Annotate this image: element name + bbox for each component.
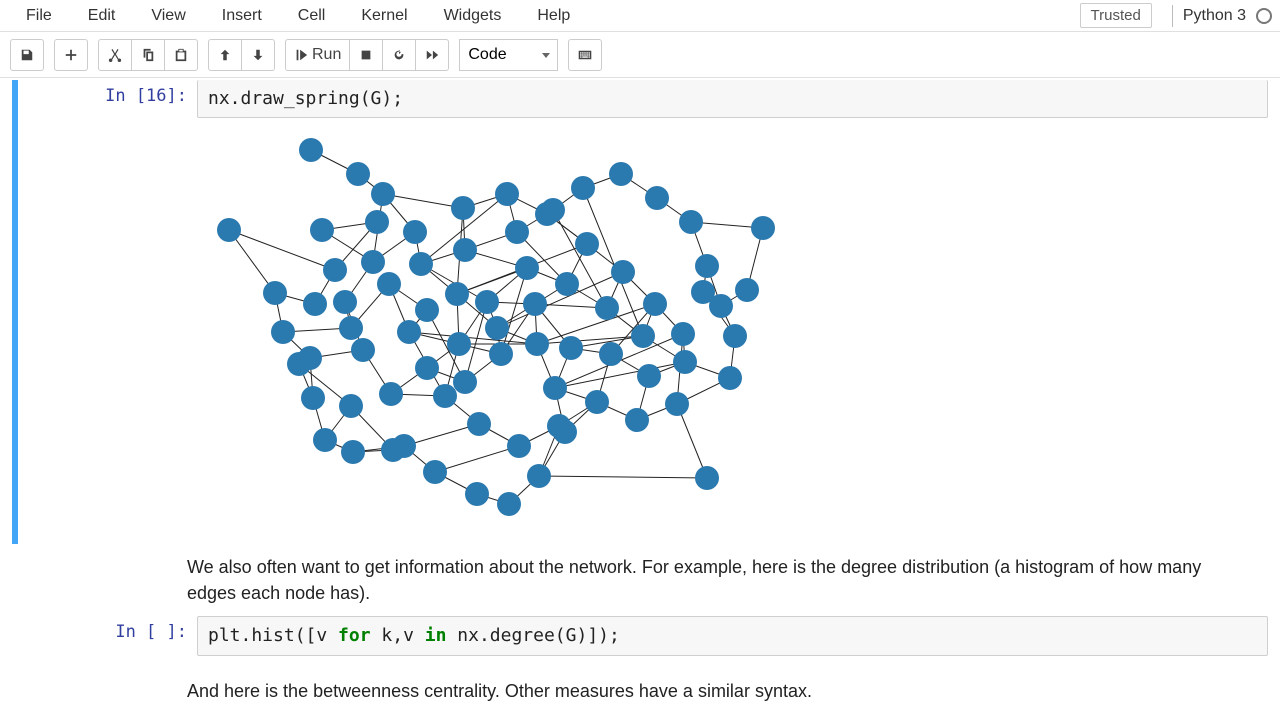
markdown-text: We also often want to get information ab…: [187, 546, 1268, 614]
save-icon: [20, 48, 34, 62]
markdown-text: And here is the betweenness centrality. …: [187, 670, 1268, 712]
run-label: Run: [312, 46, 341, 64]
cut-button[interactable]: [98, 39, 132, 71]
cut-icon: [108, 48, 122, 62]
stop-icon: [359, 48, 373, 62]
menu-help[interactable]: Help: [519, 3, 588, 29]
code-cell-16[interactable]: In [16]: nx.draw_spring(G);: [12, 80, 1268, 544]
empty-prompt: [12, 546, 187, 614]
plus-icon: [64, 48, 78, 62]
notebook-container[interactable]: In [16]: nx.draw_spring(G); We also ofte…: [0, 78, 1280, 720]
menu-view[interactable]: View: [133, 3, 203, 29]
code-cell-hist[interactable]: In [ ]: plt.hist([v for k,v in nx.degree…: [12, 616, 1268, 655]
command-palette-button[interactable]: [568, 39, 602, 71]
divider: [1172, 5, 1173, 27]
interrupt-button[interactable]: [349, 39, 383, 71]
menu-edit[interactable]: Edit: [70, 3, 134, 29]
keyboard-icon: [578, 48, 592, 62]
menu-kernel[interactable]: Kernel: [343, 3, 425, 29]
network-graph-output: [197, 126, 797, 526]
paste-icon: [174, 48, 188, 62]
arrow-down-icon: [251, 48, 265, 62]
fast-forward-icon: [425, 48, 439, 62]
output-area: [197, 122, 1268, 534]
copy-button[interactable]: [131, 39, 165, 71]
toolbar: Run Code: [0, 32, 1280, 78]
kernel-name[interactable]: Python 3: [1183, 7, 1246, 25]
kernel-idle-icon[interactable]: [1256, 8, 1272, 24]
menu-file[interactable]: File: [8, 3, 70, 29]
insert-cell-button[interactable]: [54, 39, 88, 71]
run-icon: [294, 48, 308, 62]
empty-prompt: [12, 670, 187, 712]
menu-cell[interactable]: Cell: [280, 3, 344, 29]
cell-type-select[interactable]: Code: [459, 39, 558, 71]
save-button[interactable]: [10, 39, 44, 71]
restart-run-all-button[interactable]: [415, 39, 449, 71]
copy-icon: [141, 48, 155, 62]
input-prompt: In [ ]:: [22, 616, 197, 655]
markdown-cell[interactable]: We also often want to get information ab…: [12, 546, 1268, 614]
arrow-up-icon: [218, 48, 232, 62]
input-prompt: In [16]:: [22, 80, 197, 534]
menu-insert[interactable]: Insert: [204, 3, 280, 29]
menubar: File Edit View Insert Cell Kernel Widget…: [0, 0, 1280, 32]
move-down-button[interactable]: [241, 39, 275, 71]
trusted-indicator[interactable]: Trusted: [1080, 3, 1152, 28]
paste-button[interactable]: [164, 39, 198, 71]
run-button[interactable]: Run: [285, 39, 350, 71]
code-input[interactable]: plt.hist([v for k,v in nx.degree(G)]);: [197, 616, 1268, 655]
restart-button[interactable]: [382, 39, 416, 71]
menu-widgets[interactable]: Widgets: [426, 3, 520, 29]
move-up-button[interactable]: [208, 39, 242, 71]
restart-icon: [392, 48, 406, 62]
markdown-cell[interactable]: And here is the betweenness centrality. …: [12, 670, 1268, 712]
code-input[interactable]: nx.draw_spring(G);: [197, 80, 1268, 118]
